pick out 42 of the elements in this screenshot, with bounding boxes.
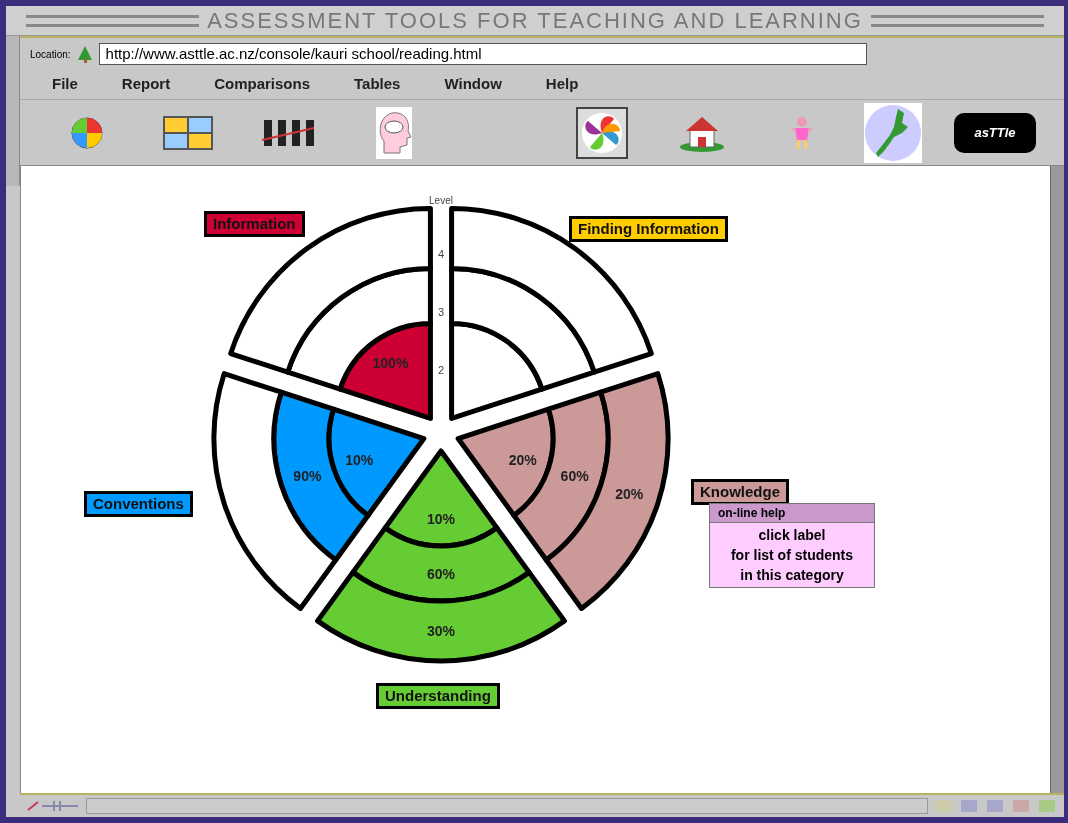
bars-icon[interactable] [260,117,316,148]
level-label: 2 [437,364,445,376]
menu-item[interactable]: Window [444,73,502,96]
level-label: 4 [437,248,445,260]
map-icon[interactable] [864,102,922,163]
help-popup-title: on-line help [710,504,874,523]
status-icon[interactable] [984,798,1006,814]
side-handle[interactable] [6,36,20,186]
status-icon[interactable] [958,798,980,814]
percent-label: 20% [615,486,644,503]
menu-item[interactable]: Comparisons [214,73,311,96]
window-title: ASSESSMENT TOOLS FOR TEACHING AND LEARNING [207,7,863,35]
menu-item[interactable]: Report [121,73,171,96]
percent-label: 20% [508,451,537,468]
axis-title: Level [429,195,453,206]
percent-label: 60% [427,565,455,582]
level-label: 3 [437,306,445,318]
menu-item[interactable]: Help [545,73,579,96]
category-label[interactable]: Understanding [376,683,500,709]
scrollbar[interactable] [1050,166,1064,793]
percent-label: 60% [560,468,589,485]
menu-item[interactable]: Tables [354,73,401,96]
pinwheel-icon[interactable] [576,106,628,159]
category-label[interactable]: Finding Information [569,216,728,242]
location-field[interactable]: http://www.asttle.ac.nz/console/kauri school/reading.html [98,43,867,65]
percent-label: 90% [293,468,322,485]
menu-item[interactable]: File [52,73,78,96]
status-icon[interactable] [1010,798,1032,814]
category-label[interactable]: Knowledge [691,479,789,505]
location-label: Location: [30,47,71,62]
percent-label: 30% [427,623,455,639]
percent-label: 10% [345,451,374,468]
category-label[interactable]: Conventions [84,491,193,517]
person-icon[interactable] [790,115,814,150]
percent-label: 10% [427,511,455,527]
logo[interactable]: asTTle [954,112,1036,153]
head-icon[interactable] [376,106,412,159]
help-text: click label for list of students in this category [729,526,855,585]
grid-icon[interactable] [162,114,214,151]
pie-icon[interactable] [70,115,104,150]
percent-label: 100% [372,355,409,372]
status-icon[interactable] [1036,798,1058,814]
